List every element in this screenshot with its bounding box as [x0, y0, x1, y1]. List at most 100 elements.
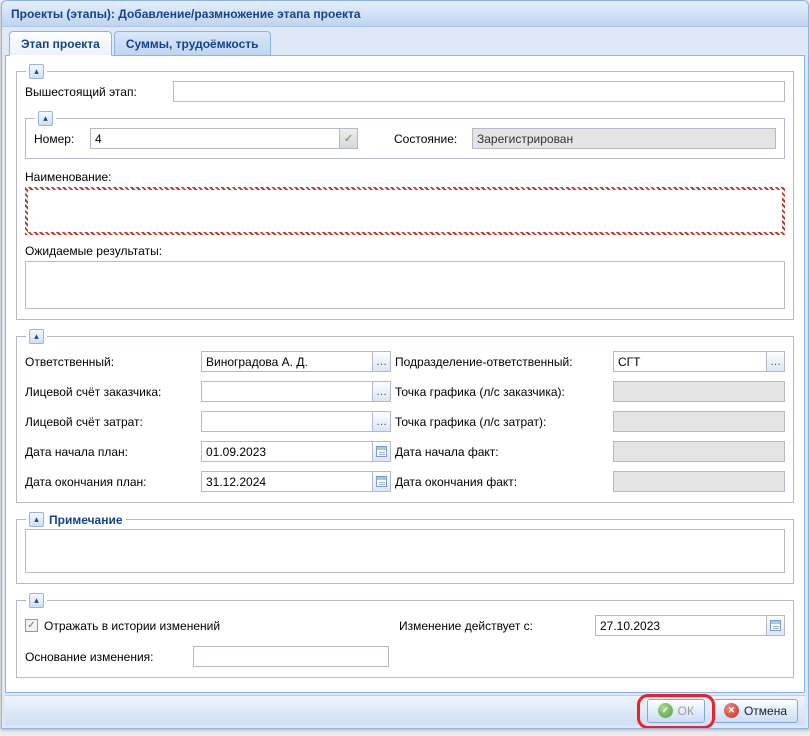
window-title: Проекты (этапы): Добавление/размножение … [11, 7, 361, 21]
fieldset-number-state: ▴ Номер: ✓ Состояние: [25, 111, 785, 159]
details-collapse-icon[interactable]: ▴ [29, 329, 44, 344]
ok-button-label: ОК [678, 704, 694, 718]
ok-check-icon: ✓ [658, 703, 673, 718]
ok-button-wrap: ✓ ОК [647, 699, 705, 723]
cost-schedule-point-input [613, 411, 785, 432]
cancel-button-label: Отмена [744, 704, 787, 718]
tab-stage-label: Этап проекта [21, 37, 100, 51]
number-label: Номер: [34, 132, 90, 146]
name-textarea[interactable] [25, 187, 785, 235]
ok-button[interactable]: ✓ ОК [647, 699, 705, 723]
responsible-lookup-button[interactable]: … [373, 351, 391, 372]
plan-start-date-input[interactable] [201, 441, 373, 462]
dialog-window: Проекты (этапы): Добавление/размножение … [1, 0, 809, 729]
tab-sums-label: Суммы, трудоёмкость [126, 37, 259, 51]
ellipsis-icon: … [770, 356, 781, 368]
cost-account-lookup-button[interactable]: … [373, 411, 391, 432]
expected-results-label: Ожидаемые результаты: [25, 244, 785, 258]
fact-start-date-input [613, 441, 785, 462]
number-input[interactable] [90, 128, 340, 149]
plan-end-date-picker-button[interactable] [373, 471, 391, 492]
fact-end-date-input [613, 471, 785, 492]
responsible-label: Ответственный: [25, 355, 197, 369]
history-collapse-icon[interactable]: ▴ [29, 593, 44, 608]
plan-end-date-field [201, 471, 391, 492]
footer-toolbar: ✓ ОК ✕ Отмена [5, 695, 805, 725]
fieldset-history: ▴ ✓ Отражать в истории изменений Изменен… [16, 593, 794, 678]
expected-results-textarea[interactable] [25, 261, 785, 309]
change-date-label: Изменение действует с: [399, 619, 595, 633]
fieldset-stage-info: ▴ Вышестоящий этап: ▴ Номер: [16, 64, 794, 320]
cancel-x-icon: ✕ [724, 703, 739, 718]
tab-sums[interactable]: Суммы, трудоёмкость [114, 31, 271, 56]
calendar-icon [770, 620, 781, 631]
name-label: Наименование: [25, 170, 785, 184]
fieldset-number-state-legend: ▴ [35, 111, 56, 126]
fieldset-details-legend: ▴ [26, 329, 47, 344]
history-checkbox-group: ✓ Отражать в истории изменений [25, 619, 399, 633]
form-panel: ▴ Вышестоящий этап: ▴ Номер: [5, 55, 805, 693]
calendar-icon [376, 446, 387, 457]
department-lookup-button[interactable]: … [767, 351, 785, 372]
cost-schedule-point-label: Точка графика (л/с затрат): [395, 415, 609, 429]
fact-start-date-label: Дата начала факт: [395, 445, 609, 459]
name-field-block: Наименование: [25, 170, 785, 235]
stage-info-collapse-icon[interactable]: ▴ [29, 64, 44, 79]
state-input [472, 128, 776, 149]
fieldset-stage-info-legend: ▴ [26, 64, 47, 79]
cost-account-input[interactable] [201, 411, 373, 432]
note-collapse-icon[interactable]: ▴ [29, 512, 44, 527]
fieldset-details: ▴ Ответственный: … Подразделение-ответст… [16, 329, 794, 503]
check-glyph: ✓ [661, 703, 669, 718]
plan-start-date-field [201, 441, 391, 462]
tab-stage[interactable]: Этап проекта [9, 31, 112, 56]
history-checkbox[interactable]: ✓ [25, 619, 38, 632]
cost-account-field: … [201, 411, 391, 432]
change-date-field [595, 615, 785, 636]
number-state-collapse-icon[interactable]: ▴ [38, 111, 53, 126]
window-titlebar: Проекты (этапы): Добавление/размножение … [2, 1, 808, 27]
fieldset-note-legend: ▴ Примечание [26, 512, 126, 527]
history-checkbox-label: Отражать в истории изменений [44, 619, 220, 633]
cost-account-label: Лицевой счёт затрат: [25, 415, 197, 429]
customer-account-field: … [201, 381, 391, 402]
change-reason-label: Основание изменения: [25, 650, 193, 664]
tab-strip: Этап проекта Суммы, трудоёмкость [2, 27, 808, 56]
note-textarea[interactable] [25, 529, 785, 573]
change-date-input[interactable] [595, 615, 767, 636]
customer-account-input[interactable] [201, 381, 373, 402]
history-row: ✓ Отражать в истории изменений Изменение… [25, 615, 785, 636]
department-input[interactable] [613, 351, 767, 372]
department-field: … [613, 351, 785, 372]
fieldset-note: ▴ Примечание [16, 512, 794, 584]
change-date-picker-button[interactable] [767, 615, 785, 636]
fact-end-date-label: Дата окончания факт: [395, 475, 609, 489]
checkbox-check-icon: ✓ [27, 620, 35, 631]
cross-glyph: ✕ [728, 703, 736, 718]
customer-account-label: Лицевой счёт заказчика: [25, 385, 197, 399]
responsible-input[interactable] [201, 351, 373, 372]
customer-account-lookup-button[interactable]: … [373, 381, 391, 402]
change-reason-row: Основание изменения: [25, 646, 785, 667]
plan-start-date-picker-button[interactable] [373, 441, 391, 462]
plan-end-date-input[interactable] [201, 471, 373, 492]
plan-end-date-label: Дата окончания план: [25, 475, 197, 489]
responsible-field: … [201, 351, 391, 372]
state-label: Состояние: [394, 132, 472, 146]
cancel-button[interactable]: ✕ Отмена [713, 699, 798, 723]
number-valid-check-icon: ✓ [340, 128, 358, 149]
ellipsis-icon: … [376, 356, 387, 368]
details-grid: Ответственный: … Подразделение-ответстве… [25, 351, 785, 492]
ellipsis-icon: … [376, 386, 387, 398]
plan-start-date-label: Дата начала план: [25, 445, 197, 459]
parent-stage-input[interactable] [173, 81, 785, 102]
number-field: ✓ [90, 128, 358, 149]
change-reason-input[interactable] [193, 646, 389, 667]
calendar-icon [376, 476, 387, 487]
department-label: Подразделение-ответственный: [395, 355, 609, 369]
customer-schedule-point-input [613, 381, 785, 402]
number-state-row: Номер: ✓ Состояние: [34, 128, 776, 149]
desktop-background: Проекты (этапы): Добавление/размножение … [0, 0, 810, 736]
parent-stage-label: Вышестоящий этап: [25, 85, 173, 99]
check-glyph: ✓ [344, 132, 353, 145]
